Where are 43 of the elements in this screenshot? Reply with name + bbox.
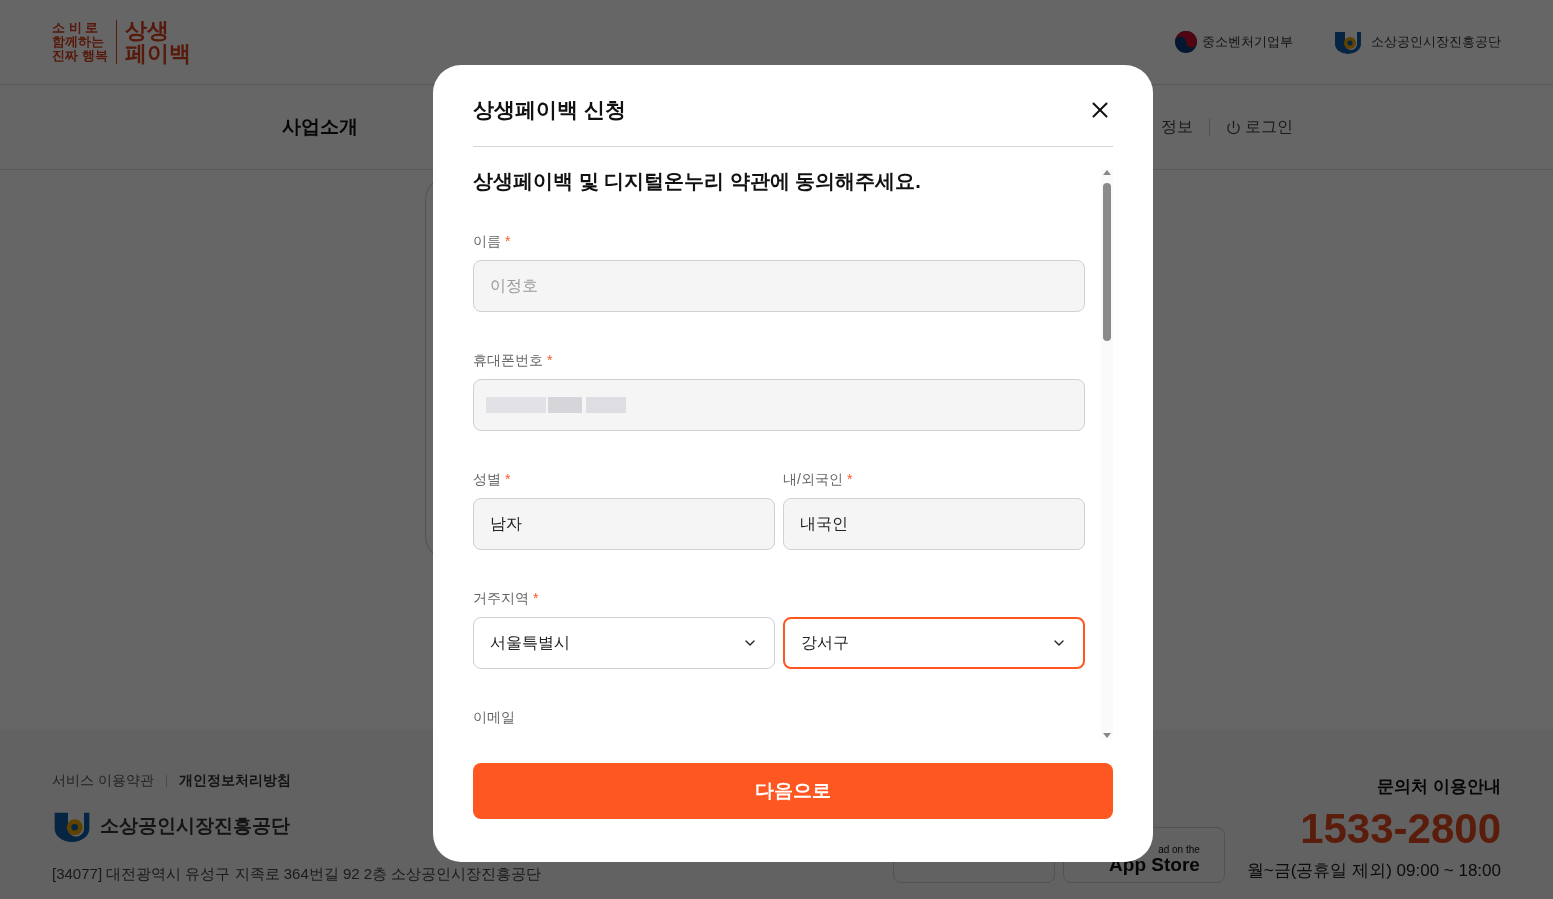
footer-link[interactable]: 서비스 이용약관 (52, 770, 154, 791)
scrollbar[interactable] (1101, 169, 1113, 739)
field-label: 내/외국인 (783, 470, 843, 489)
nav-item[interactable]: 정보 (1161, 115, 1193, 139)
field-label: 이메일 (473, 708, 515, 727)
scroll-up-icon (1103, 169, 1111, 175)
logo-slogan: 함께하는 (52, 35, 105, 49)
required-mark: * (505, 232, 511, 251)
business-hours: 월~금(공휴일 제외) 09:00 ~ 18:00 (1246, 859, 1501, 882)
field-label: 거주지역 (473, 589, 529, 608)
required-mark: * (533, 589, 539, 608)
nav-item[interactable]: 사업소개 (282, 112, 358, 142)
power-icon (1226, 119, 1241, 135)
logo-text: 페이백 (124, 42, 191, 65)
field-label: 이름 (473, 232, 501, 251)
required-mark: * (846, 470, 853, 489)
intro-heading: 상생페이백 및 디지털온누리 약관에 동의해주세요. (473, 169, 922, 193)
input-field[interactable] (473, 379, 1085, 431)
login-link[interactable]: 로그인 (1226, 115, 1293, 139)
address: [34077] 대전광역시 유성구 지족로 364번길 92 2층 소상공인시장진흥공단 (52, 864, 542, 884)
partner-name: 소상공인시장진흥공단 (1371, 33, 1501, 52)
input-field[interactable]: 내국인 (783, 498, 1085, 550)
field-label: 휴대폰번호 (473, 351, 543, 370)
org-name: 소상공인시장진흥공단 (100, 813, 290, 838)
scrollbar-thumb[interactable] (1103, 183, 1111, 341)
contact-title: 문의처 이용안내 (1377, 776, 1501, 798)
next-button[interactable]: 다음으로 (473, 763, 1113, 819)
field-label: 성별 (473, 470, 501, 489)
required-mark: * (505, 470, 511, 489)
modal-title: 상생페이백 신청 (473, 97, 626, 124)
select-field[interactable]: 강서구 (783, 617, 1085, 669)
scroll-down-icon (1103, 733, 1111, 739)
required-mark: * (547, 351, 553, 370)
select-field[interactable]: 서울특별시 (473, 617, 775, 669)
partner-name: 중소벤처기업부 (1202, 33, 1293, 52)
logo-text: 상생 (124, 19, 170, 42)
logo-slogan: 소 비 로 (52, 21, 100, 35)
emblem-icon (1174, 30, 1198, 54)
input-field[interactable]: 남자 (473, 498, 775, 550)
leaf-logo-icon (1333, 30, 1363, 54)
logo-slogan: 진짜 행복 (52, 49, 108, 63)
phone-number: 1533-2800 (1300, 803, 1501, 854)
footer-link[interactable]: 개인정보처리방침 (178, 770, 291, 791)
